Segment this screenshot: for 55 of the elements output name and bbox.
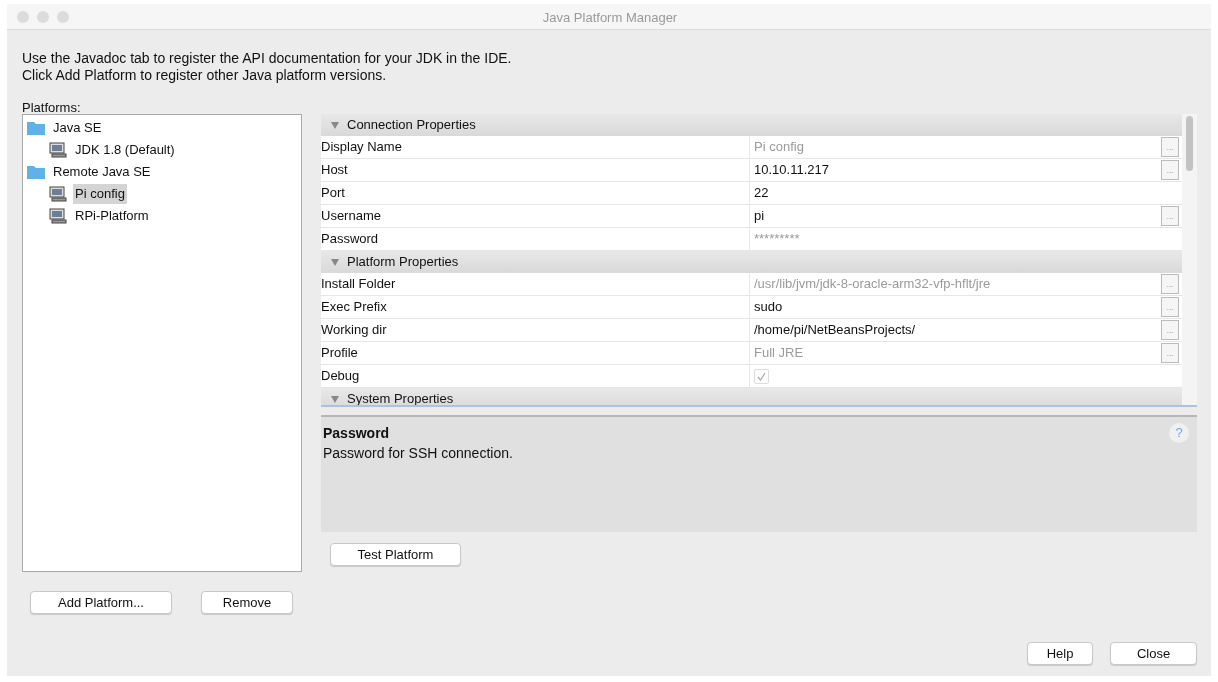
ellipsis-button[interactable]: ... <box>1161 137 1179 157</box>
window-control[interactable] <box>37 10 49 23</box>
window-title: Java Platform Manager <box>542 9 678 25</box>
property-name: Debug <box>321 365 750 387</box>
property-value[interactable]: sudo <box>754 297 783 317</box>
description-text: Password for SSH connection. <box>323 444 514 463</box>
add-platform-button[interactable]: Add Platform... <box>30 591 172 614</box>
triangle-icon <box>331 258 339 266</box>
remove-button[interactable]: Remove <box>201 591 293 614</box>
tree-item[interactable]: RPi-Platform <box>73 206 151 226</box>
triangle-icon <box>331 395 339 403</box>
instruction-text: Use the Javadoc tab to register the API documentation for your JDK in the IDE. <box>22 50 513 67</box>
section-header[interactable]: Connection Properties <box>321 114 1182 136</box>
instruction-text: Click Add Platform to register other Java platform versions. <box>22 67 388 84</box>
window-control[interactable] <box>17 10 29 23</box>
section-title: Connection Properties <box>347 116 476 135</box>
tree-item[interactable]: JDK 1.8 (Default) <box>73 140 177 160</box>
property-value[interactable]: 10.10.11.217 <box>754 160 829 180</box>
tree-item[interactable]: Java SE <box>51 118 104 138</box>
section-title: Platform Properties <box>347 253 459 272</box>
ellipsis-button[interactable]: ... <box>1161 320 1179 340</box>
folder-icon <box>27 121 45 135</box>
tree-item[interactable]: Pi config <box>73 184 127 204</box>
property-name: Host <box>321 159 750 181</box>
tree-item[interactable]: Remote Java SE <box>51 162 153 182</box>
ellipsis-button[interactable]: ... <box>1161 206 1179 226</box>
property-name: Install Folder <box>321 273 750 295</box>
ellipsis-button[interactable]: ... <box>1161 297 1179 317</box>
property-name: Password <box>321 228 750 250</box>
help-button[interactable]: Help <box>1027 642 1093 666</box>
folder-icon <box>27 165 45 179</box>
property-name: Exec Prefix <box>321 296 750 318</box>
property-value[interactable]: pi <box>754 206 765 226</box>
platforms-label: Platforms: <box>22 100 81 115</box>
checkbox[interactable] <box>754 368 769 384</box>
ellipsis-button[interactable]: ... <box>1161 160 1179 180</box>
property-name: Port <box>321 182 750 204</box>
description-title: Password <box>323 424 391 443</box>
computer-icon <box>49 186 67 202</box>
scrollbar[interactable] <box>1182 114 1197 405</box>
property-name: Working dir <box>321 319 750 341</box>
property-name: Username <box>321 205 750 227</box>
section-header[interactable]: Platform Properties <box>321 251 1182 273</box>
ellipsis-button[interactable]: ... <box>1161 274 1179 294</box>
property-name: Profile <box>321 342 750 364</box>
property-value[interactable]: 22 <box>754 183 769 203</box>
window-control[interactable] <box>57 10 69 23</box>
property-name: Display Name <box>321 136 750 158</box>
test-platform-button[interactable]: Test Platform <box>330 543 461 567</box>
ellipsis-button[interactable]: ... <box>1161 343 1179 363</box>
property-value[interactable]: /home/pi/NetBeansProjects/ <box>754 320 916 340</box>
close-button[interactable]: Close <box>1110 642 1197 666</box>
computer-icon <box>49 142 67 158</box>
triangle-icon <box>331 121 339 129</box>
computer-icon <box>49 208 67 224</box>
